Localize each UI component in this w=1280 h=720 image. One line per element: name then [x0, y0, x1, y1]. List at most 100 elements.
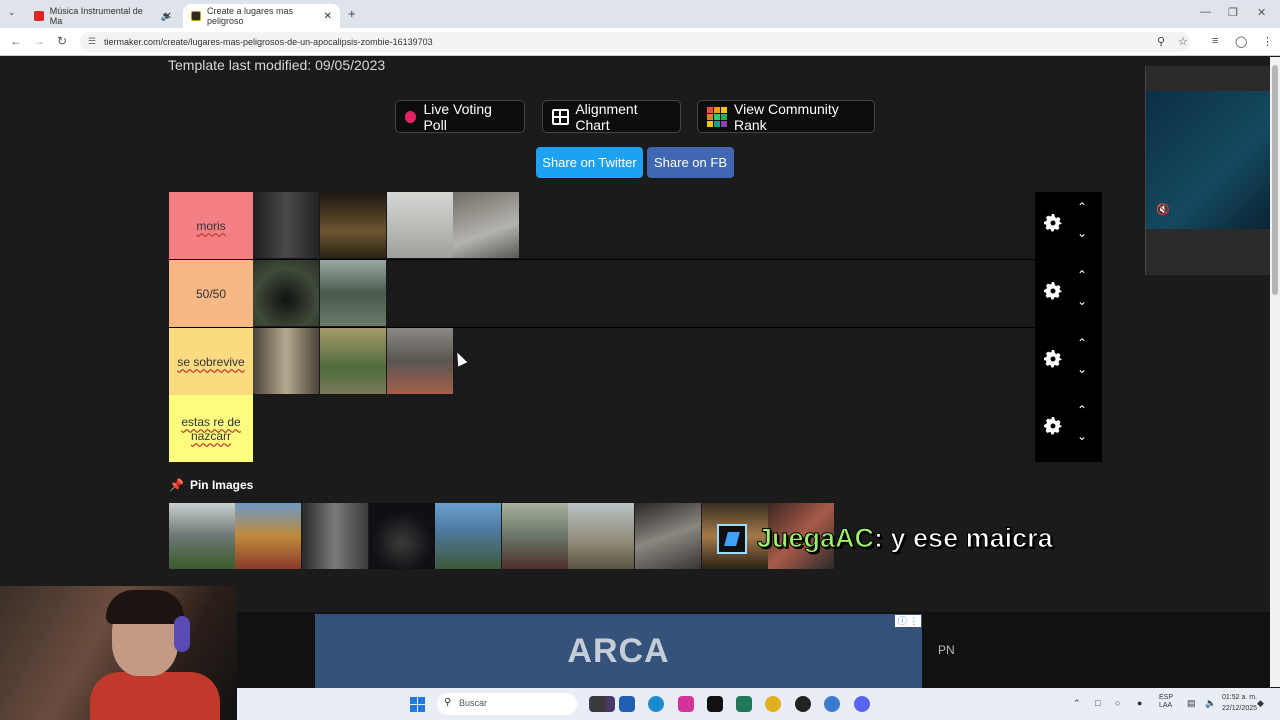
file-explorer-icon[interactable]	[619, 696, 635, 712]
tier-row: estas re de nazcarr ⌃ ⌄	[169, 395, 1102, 462]
alignment-chart-button[interactable]: Alignment Chart	[542, 100, 681, 133]
gear-icon[interactable]	[1041, 211, 1065, 235]
tier-image[interactable]	[320, 260, 386, 326]
pin-images-header[interactable]: 📌 Pin Images	[169, 478, 253, 492]
muted-speaker-icon[interactable]: 🔇	[1156, 203, 1170, 216]
pool-image[interactable]	[302, 503, 368, 569]
url-field[interactable]: ☰ tiermaker.com/create/lugares-mas-pelig…	[80, 32, 1190, 52]
move-down-icon[interactable]: ⌄	[1077, 362, 1087, 376]
taskbar-clock[interactable]: 01:52 a. m. 22/12/2025	[1222, 692, 1257, 714]
pool-image[interactable]	[502, 503, 568, 569]
zoom-icon[interactable]: ⚲	[1157, 35, 1165, 48]
close-window-icon[interactable]: ✕	[1257, 6, 1266, 19]
bottom-ad-bar: ARCA ⓘ ⋮ PN	[237, 612, 1270, 688]
button-label: View Community Rank	[734, 100, 839, 133]
tier-image[interactable]	[387, 192, 453, 258]
tray-app-icon[interactable]: □	[1095, 698, 1100, 708]
taskbar-search[interactable]: ⚲ Buscar	[437, 693, 577, 715]
capcut-icon[interactable]	[736, 696, 752, 712]
view-community-rank-button[interactable]: View Community Rank	[697, 100, 875, 133]
notification-bell-icon[interactable]: ◆	[1257, 698, 1264, 709]
pool-image[interactable]	[635, 503, 701, 569]
share-fb-button[interactable]: Share on FB	[647, 147, 734, 178]
browser-tab-tiermaker[interactable]: Create a lugares mas peligroso ✕	[183, 4, 340, 28]
windows-start-icon[interactable]	[410, 697, 425, 712]
gear-icon[interactable]	[1041, 414, 1065, 438]
reload-icon[interactable]: ↻	[57, 34, 67, 48]
tier-image[interactable]	[253, 328, 319, 394]
tab-list-chevron-icon[interactable]: ⌄	[8, 7, 16, 18]
live-voting-poll-button[interactable]: Live Voting Poll	[395, 100, 525, 133]
site-settings-icon[interactable]: ☰	[88, 36, 96, 47]
share-twitter-button[interactable]: Share on Twitter	[536, 147, 643, 178]
pool-image[interactable]	[169, 503, 235, 569]
tier-label[interactable]: se sobrevive	[169, 328, 253, 395]
forward-icon[interactable]: →	[33, 34, 45, 48]
search-icon: ⚲	[444, 697, 452, 708]
move-up-icon[interactable]: ⌃	[1077, 268, 1087, 282]
tab-title: Create a lugares mas peligroso	[207, 6, 294, 26]
ad-choices-icon[interactable]: ⓘ ⋮	[895, 615, 921, 627]
edge-icon[interactable]	[648, 696, 664, 712]
volume-icon[interactable]: 🔈	[1205, 698, 1216, 709]
youtube-favicon-icon	[34, 11, 44, 21]
chrome-active-icon[interactable]	[824, 696, 840, 712]
ad-side-text: PN	[938, 643, 955, 657]
back-icon[interactable]: ←	[10, 34, 22, 48]
template-modified-text: Template last modified: 09/05/2023	[168, 57, 386, 73]
move-up-icon[interactable]: ⌃	[1077, 200, 1087, 214]
move-up-icon[interactable]: ⌃	[1077, 403, 1087, 417]
tier-image[interactable]	[453, 192, 519, 258]
search-placeholder: Buscar	[459, 698, 488, 708]
tier-label[interactable]: estas re de nazcarr	[169, 395, 253, 462]
pool-image[interactable]	[435, 503, 501, 569]
move-down-icon[interactable]: ⌄	[1077, 226, 1087, 240]
tray-app-icon[interactable]: ○	[1115, 698, 1120, 708]
tier-label-text: 50/50	[195, 286, 227, 301]
tier-label-text: estas re de nazcarr	[181, 414, 241, 443]
pool-image[interactable]	[235, 503, 301, 569]
chrome-icon[interactable]	[765, 696, 781, 712]
profile-icon[interactable]: ◯	[1235, 35, 1247, 48]
tier-image[interactable]	[253, 192, 319, 258]
scrollbar-thumb[interactable]	[1272, 65, 1278, 295]
instagram-icon[interactable]	[678, 696, 694, 712]
tier-image[interactable]	[320, 192, 386, 258]
record-dot-icon	[405, 110, 417, 123]
tray-chevron-icon[interactable]: ⌃	[1073, 698, 1081, 709]
tier-label[interactable]: moris	[169, 192, 253, 259]
tier-row: se sobrevive ⌃ ⌄	[169, 328, 1102, 395]
language-indicator[interactable]: ESP LAA	[1159, 694, 1179, 710]
tier-image[interactable]	[253, 260, 319, 326]
move-down-icon[interactable]: ⌄	[1077, 429, 1087, 443]
ad-banner[interactable]: ARCA	[315, 614, 922, 688]
ad-banner-text: ARCA	[567, 631, 670, 670]
restore-icon[interactable]: ❐	[1228, 6, 1238, 19]
browser-tab-music[interactable]: Música Instrumental de Ma 🔈 ✕	[26, 4, 180, 28]
page-scrollbar[interactable]	[1270, 57, 1280, 687]
gear-icon[interactable]	[1041, 347, 1065, 371]
reading-list-icon[interactable]: ≡	[1212, 35, 1218, 47]
tiktok-icon[interactable]	[707, 696, 723, 712]
bookmark-star-icon[interactable]: ☆	[1178, 35, 1188, 48]
side-ad-video[interactable]: 🔇	[1146, 91, 1270, 229]
tier-image[interactable]	[320, 328, 386, 394]
pool-image[interactable]	[369, 503, 435, 569]
button-label: Live Voting Poll	[423, 100, 492, 133]
minimize-icon[interactable]: —	[1200, 6, 1211, 18]
task-view-icon[interactable]	[590, 696, 606, 712]
obs-icon[interactable]	[795, 696, 811, 712]
move-up-icon[interactable]: ⌃	[1077, 336, 1087, 350]
menu-icon[interactable]: ⋮	[1262, 35, 1273, 48]
new-tab-button[interactable]: +	[348, 6, 356, 21]
tier-image[interactable]	[387, 328, 453, 394]
close-tab-icon[interactable]: ✕	[164, 11, 172, 22]
tier-label[interactable]: 50/50	[169, 260, 253, 327]
discord-icon[interactable]	[854, 696, 870, 712]
close-tab-icon[interactable]: ✕	[324, 11, 332, 22]
move-down-icon[interactable]: ⌄	[1077, 294, 1087, 308]
network-icon[interactable]: ▤	[1187, 698, 1196, 709]
pool-image[interactable]	[568, 503, 634, 569]
mic-icon[interactable]: ●	[1137, 698, 1142, 708]
gear-icon[interactable]	[1041, 279, 1065, 303]
